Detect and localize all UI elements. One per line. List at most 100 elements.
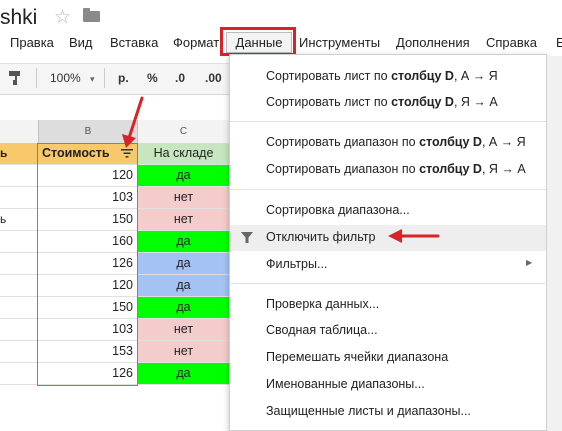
table-cell[interactable]: 103 — [38, 187, 138, 208]
table-row: 150 да — [0, 297, 230, 319]
menu-item-text: , Я → А — [481, 162, 526, 176]
toolbar-divider — [104, 68, 105, 88]
table-cell[interactable] — [0, 187, 38, 208]
table-cell[interactable]: нет — [138, 209, 230, 230]
menu-item-text: , Я → А — [453, 95, 498, 109]
star-icon[interactable]: ☆ — [54, 6, 71, 29]
table-cell[interactable] — [0, 165, 38, 186]
table-cell[interactable] — [0, 319, 38, 340]
table-row: 103 нет — [0, 187, 230, 209]
table-cell[interactable] — [0, 363, 38, 384]
table-cell[interactable] — [0, 231, 38, 252]
menu-item-text: , А → Я — [481, 135, 526, 149]
zoom-select[interactable]: 100% — [50, 71, 81, 85]
table-row: 160 да — [0, 231, 230, 253]
menu-data[interactable]: Данные — [226, 32, 292, 53]
table-cell[interactable]: 160 — [38, 231, 138, 252]
document-title[interactable]: shki — [0, 6, 37, 30]
table-cell[interactable]: 150 — [38, 297, 138, 318]
table-cell[interactable]: ь — [0, 143, 38, 164]
scrollbar[interactable] — [547, 56, 562, 431]
menu-tools[interactable]: Инструменты — [299, 35, 380, 50]
column-header-c[interactable]: C — [138, 120, 230, 143]
table-row: 126 да — [0, 253, 230, 275]
menu-addons[interactable]: Дополнения — [396, 35, 470, 50]
menu-item-filter-off[interactable]: Отключить фильтр — [266, 230, 375, 244]
menu-item-text: , А → Я — [453, 69, 498, 83]
table-cell[interactable]: ь — [0, 209, 38, 230]
menu-data-highlight: Данные — [220, 27, 296, 56]
annotation-arrow — [388, 229, 440, 243]
table-cell[interactable]: 126 — [38, 253, 138, 274]
menu-divider — [230, 283, 546, 284]
header-label: Стоимость — [42, 146, 110, 160]
menu-item-protected[interactable]: Защищенные листы и диапазоны... — [266, 404, 471, 418]
table-cell[interactable] — [0, 341, 38, 362]
menu-view[interactable]: Вид — [69, 35, 93, 50]
submenu-arrow-icon: ▶ — [526, 258, 533, 267]
annotation-arrow — [122, 96, 144, 148]
menu-help[interactable]: Справка — [486, 35, 537, 50]
menu-format[interactable]: Формат — [173, 35, 219, 50]
percent-format-button[interactable]: % — [147, 71, 158, 85]
menu-item-named-ranges[interactable]: Именованные диапазоны... — [266, 377, 425, 391]
menu-item-pivot[interactable]: Сводная таблица... — [266, 323, 378, 337]
menu-item-bold: столбцу D — [419, 162, 482, 176]
table-cell[interactable]: нет — [138, 341, 230, 362]
chevron-down-icon[interactable]: ▾ — [90, 74, 95, 85]
table-row: 103 нет — [0, 319, 230, 341]
table-cell[interactable]: 150 — [38, 209, 138, 230]
paint-format-icon[interactable] — [8, 70, 22, 86]
table-cell[interactable]: нет — [138, 187, 230, 208]
menu-item-bold: столбцу D — [391, 69, 454, 83]
menu-item-validation[interactable]: Проверка данных... — [266, 297, 379, 311]
menu-extra[interactable]: Е — [556, 35, 562, 50]
decrease-decimal-button[interactable]: .0 — [175, 71, 185, 85]
table-cell[interactable]: 126 — [38, 363, 138, 384]
menu-item-sort-sheet-za[interactable]: Сортировать лист по столбцу D, Я → А — [266, 95, 498, 109]
menu-divider — [230, 189, 546, 190]
menu-edit[interactable]: Правка — [10, 35, 54, 50]
menu-item-sort-sheet-az[interactable]: Сортировать лист по столбцу D, А → Я — [266, 69, 498, 83]
table-cell[interactable]: да — [138, 253, 230, 274]
menu-item-filters[interactable]: Фильтры... — [266, 257, 327, 271]
menu-item-sort-range[interactable]: Сортировка диапазона... — [266, 203, 410, 217]
table-header-stock[interactable]: На складе — [138, 143, 230, 164]
table-cell[interactable]: 103 — [38, 319, 138, 340]
folder-icon[interactable] — [83, 8, 100, 22]
table-cell[interactable] — [0, 297, 38, 318]
table-cell[interactable]: 120 — [38, 165, 138, 186]
table-row: 120 да — [0, 165, 230, 187]
table-cell[interactable] — [0, 275, 38, 296]
menu-item-text: Сортировать лист по — [266, 95, 392, 109]
menu-item-text: Сортировать лист по — [266, 69, 392, 83]
table-row: 126 да — [0, 363, 230, 385]
menu-item-bold: столбцу D — [419, 135, 482, 149]
table-cell[interactable]: 153 — [38, 341, 138, 362]
table-cell[interactable]: да — [138, 363, 230, 384]
menu-divider — [230, 121, 546, 122]
toolbar-divider — [36, 68, 37, 88]
increase-decimal-button[interactable]: .00 — [205, 71, 222, 85]
menu-data-label: Данные — [235, 35, 283, 50]
table-row: 153 нет — [0, 341, 230, 363]
table-cell[interactable]: да — [138, 231, 230, 252]
table-cell[interactable]: 120 — [38, 275, 138, 296]
table-cell[interactable]: да — [138, 275, 230, 296]
menu-item-text: Сортировать диапазон по — [266, 162, 420, 176]
table-cell[interactable] — [0, 253, 38, 274]
table-row: 120 да — [0, 275, 230, 297]
menu-item-bold: столбцу D — [391, 95, 454, 109]
menu-item-sort-range-za[interactable]: Сортировать диапазон по столбцу D, Я → А — [266, 162, 526, 176]
table-cell[interactable]: да — [138, 297, 230, 318]
menu-insert[interactable]: Вставка — [110, 35, 158, 50]
filter-funnel-icon — [241, 232, 253, 243]
table-row: ь 150 нет — [0, 209, 230, 231]
menu-item-shuffle[interactable]: Перемешать ячейки диапазона — [266, 350, 448, 364]
table-cell[interactable]: нет — [138, 319, 230, 340]
currency-format-button[interactable]: р. — [118, 71, 129, 85]
menu-item-text: Сортировать диапазон по — [266, 135, 420, 149]
table-cell[interactable]: да — [138, 165, 230, 186]
table-header-row: ь Стоимость На складе — [0, 143, 230, 165]
menu-item-sort-range-az[interactable]: Сортировать диапазон по столбцу D, А → Я — [266, 135, 526, 149]
